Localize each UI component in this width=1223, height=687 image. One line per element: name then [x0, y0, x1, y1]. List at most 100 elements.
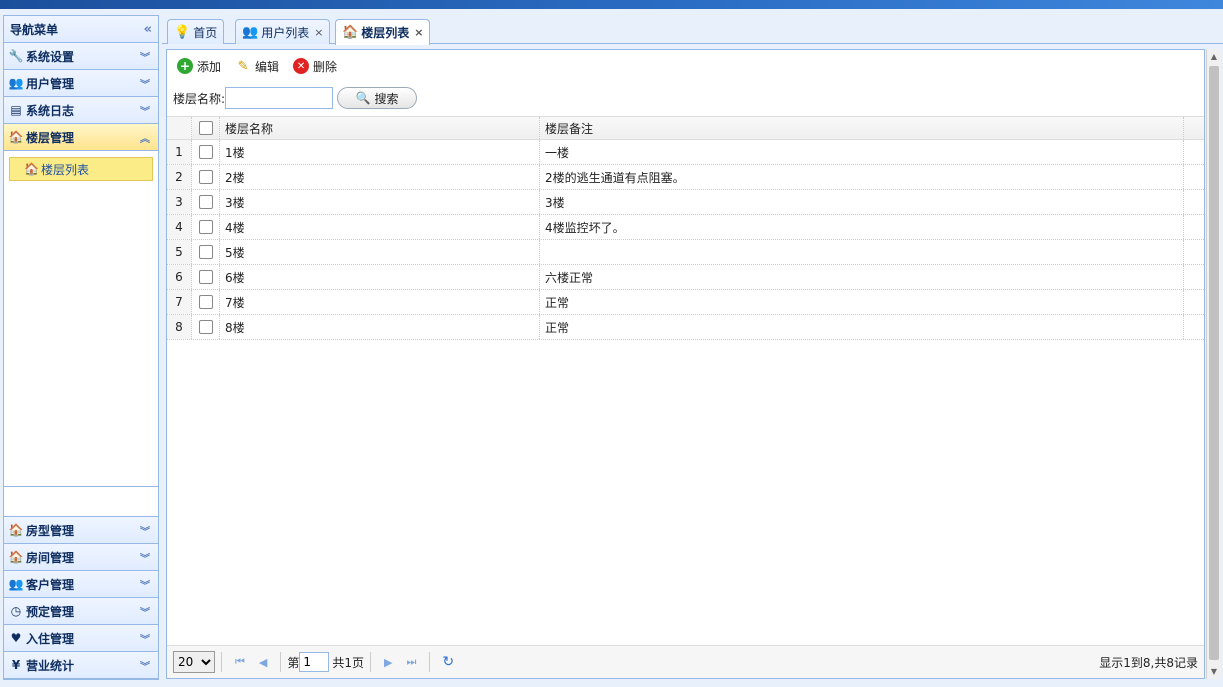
sidebar-section-label: 房型管理 — [26, 523, 75, 538]
row-number: 7 — [167, 290, 192, 314]
floor-name-cell: 6楼 — [220, 265, 540, 289]
section-icon: 🏠 — [8, 130, 24, 144]
chevron-down-icon[interactable]: ︾ — [140, 103, 150, 118]
chevron-down-icon[interactable]: ︾ — [140, 550, 150, 565]
tab-label: 首页 — [193, 25, 218, 40]
delete-button[interactable]: ✕ 删除 — [293, 58, 337, 75]
sidebar-section[interactable]: 🏠 房型管理 ︾ — [4, 517, 158, 544]
scroll-thumb[interactable] — [1209, 66, 1219, 660]
refresh-icon[interactable]: ↻ — [442, 654, 454, 670]
close-icon[interactable]: × — [414, 26, 423, 39]
row-select-cell — [192, 290, 220, 314]
row-number: 4 — [167, 215, 192, 239]
pencil-icon: ✎ — [237, 58, 249, 74]
table-row[interactable]: 2 2楼 2楼的逃生通道有点阻塞。 — [167, 165, 1204, 190]
add-label: 添加 — [197, 59, 222, 74]
table-row[interactable]: 7 7楼 正常 — [167, 290, 1204, 315]
sidebar-section-label: 用户管理 — [26, 76, 75, 91]
floor-name-input[interactable] — [225, 87, 334, 109]
row-checkbox[interactable] — [198, 170, 213, 184]
scroll-up-icon[interactable]: ▲ — [1207, 49, 1221, 64]
grid-header: 楼层名称 楼层备注 — [167, 116, 1204, 140]
next-page-icon[interactable]: ▶ — [384, 656, 392, 669]
sidebar-item-label: 楼层列表 — [40, 162, 89, 177]
sidebar-section[interactable]: 👥 客户管理 ︾ — [4, 571, 158, 598]
tab-bar: 💡 首页 👥 用户列表 × 🏠 楼层列表 × — [162, 15, 1223, 45]
tab-label: 用户列表 — [261, 25, 310, 40]
tab[interactable]: 💡 首页 — [167, 19, 225, 44]
row-checkbox[interactable] — [198, 195, 213, 209]
floor-name-cell: 3楼 — [220, 190, 540, 214]
prev-page-icon[interactable]: ◀ — [259, 656, 267, 669]
row-checkbox[interactable] — [198, 270, 213, 284]
tab[interactable]: 🏠 楼层列表 × — [335, 19, 431, 45]
section-icon: ♥ — [10, 631, 22, 645]
sidebar-section[interactable]: ◷ 预定管理 ︾ — [4, 598, 158, 625]
row-checkbox[interactable] — [198, 295, 213, 309]
page-total: 共1页 — [332, 655, 365, 670]
table-row[interactable]: 5 5楼 — [167, 240, 1204, 265]
table-row[interactable]: 8 8楼 正常 — [167, 315, 1204, 340]
section-icon: 🏠 — [8, 550, 24, 564]
sidebar-section-label: 房间管理 — [26, 550, 75, 565]
floor-note-cell: 正常 — [540, 290, 1184, 314]
tab[interactable]: 👥 用户列表 × — [235, 19, 331, 44]
floor-name-cell: 8楼 — [220, 315, 540, 339]
table-row[interactable]: 1 1楼 一楼 — [167, 140, 1204, 165]
chevron-down-icon[interactable]: ︾ — [140, 577, 150, 592]
vertical-scrollbar[interactable]: ▲ ▼ — [1206, 49, 1221, 679]
row-select-cell — [192, 215, 220, 239]
sidebar-section[interactable]: ♥ 入住管理 ︾ — [4, 625, 158, 652]
floor-note-cell: 3楼 — [540, 190, 1184, 214]
sidebar-section[interactable]: 👥 用户管理 ︾ — [4, 70, 158, 97]
header-padding — [1184, 117, 1204, 139]
section-icon: ¥ — [11, 658, 21, 672]
row-checkbox[interactable] — [198, 220, 213, 234]
last-page-icon[interactable]: ⏭ — [407, 655, 417, 669]
select-all-checkbox[interactable] — [198, 121, 213, 135]
edit-button[interactable]: ✎ 编辑 — [235, 58, 279, 75]
chevron-up-icon[interactable]: ︽ — [140, 130, 150, 145]
section-icon: 👥 — [8, 577, 24, 591]
collapse-icon[interactable]: « — [144, 22, 152, 37]
chevron-down-icon[interactable]: ︾ — [140, 631, 150, 646]
chevron-down-icon[interactable]: ︾ — [140, 658, 150, 673]
row-checkbox[interactable] — [198, 320, 213, 334]
close-icon[interactable]: × — [314, 26, 323, 39]
row-select-cell — [192, 240, 220, 264]
page-number-input[interactable] — [299, 652, 330, 672]
row-checkbox[interactable] — [198, 145, 213, 159]
sidebar-item-floor-list[interactable]: 🏠 楼层列表 — [9, 157, 153, 181]
nav-title: 导航菜单 — [10, 22, 59, 37]
column-header-floor-note[interactable]: 楼层备注 — [540, 117, 1184, 139]
edit-label: 编辑 — [255, 59, 280, 74]
table-row[interactable]: 4 4楼 4楼监控坏了。 — [167, 215, 1204, 240]
add-button[interactable]: + 添加 — [177, 58, 221, 75]
sidebar-section[interactable]: 🏠 楼层管理 ︽ — [4, 124, 158, 151]
table-row[interactable]: 6 6楼 六楼正常 — [167, 265, 1204, 290]
row-checkbox[interactable] — [198, 245, 213, 259]
page-size-select[interactable]: 20 — [173, 651, 215, 673]
first-page-icon[interactable]: ⏮ — [235, 655, 245, 669]
column-header-floor-name[interactable]: 楼层名称 — [220, 117, 540, 139]
sidebar-section-label: 营业统计 — [26, 658, 75, 673]
scroll-down-icon[interactable]: ▼ — [1207, 664, 1221, 679]
sidebar-section[interactable]: 🏠 房间管理 ︾ — [4, 544, 158, 571]
search-button[interactable]: 🔍 搜索 — [337, 87, 418, 109]
chevron-down-icon[interactable]: ︾ — [140, 604, 150, 619]
sidebar-section[interactable]: ¥ 营业统计 ︾ — [4, 652, 158, 679]
row-number: 5 — [167, 240, 192, 264]
chevron-down-icon[interactable]: ︾ — [140, 76, 150, 91]
floor-note-cell: 一楼 — [540, 140, 1184, 164]
search-row: 楼层名称: 🔍 搜索 — [167, 82, 1204, 114]
table-row[interactable]: 3 3楼 3楼 — [167, 190, 1204, 215]
row-select-cell — [192, 140, 220, 164]
search-button-label: 搜索 — [374, 91, 399, 106]
chevron-down-icon[interactable]: ︾ — [140, 49, 150, 64]
tab-icon: 👥 — [242, 24, 259, 40]
sidebar-section[interactable]: 🔧 系统设置 ︾ — [4, 43, 158, 70]
chevron-down-icon[interactable]: ︾ — [140, 523, 150, 538]
pager-divider — [280, 652, 282, 672]
plus-icon: + — [177, 58, 193, 74]
sidebar-section[interactable]: ▤ 系统日志 ︾ — [4, 97, 158, 124]
